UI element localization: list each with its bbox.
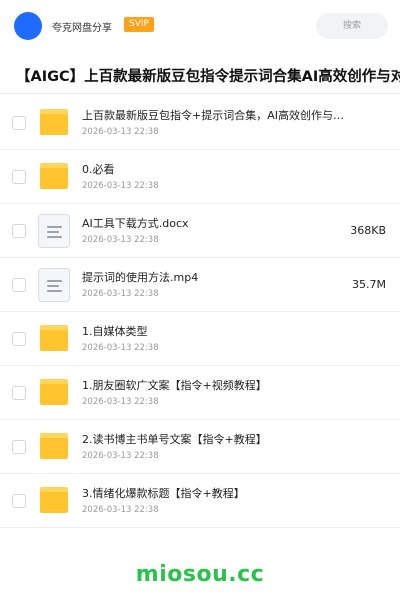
file-name[interactable]: 上百款最新版豆包指令+提示词合集，AI高效创作与对话技巧 xyxy=(82,107,354,123)
select-checkbox[interactable] xyxy=(12,278,26,292)
file-row[interactable]: 0.必看 2026-03-13 22:38 xyxy=(0,150,400,204)
search-button[interactable]: 搜索 xyxy=(316,13,388,39)
avatar[interactable] xyxy=(14,12,42,40)
file-name[interactable]: 0.必看 xyxy=(82,161,354,177)
document-icon xyxy=(38,268,70,302)
file-date: 2026-03-13 22:38 xyxy=(82,289,159,299)
folder-icon xyxy=(40,433,68,459)
folder-icon xyxy=(40,379,68,405)
file-list: 上百款最新版豆包指令+提示词合集，AI高效创作与对话技巧 2026-03-13 2… xyxy=(0,96,400,528)
folder-icon xyxy=(40,109,68,135)
file-date: 2026-03-13 22:38 xyxy=(82,127,159,137)
select-checkbox[interactable] xyxy=(12,332,26,346)
share-owner-name: 夸克网盘分享 xyxy=(52,23,112,34)
folder-icon xyxy=(40,163,68,189)
file-row[interactable]: 1.自媒体类型 2026-03-13 22:38 xyxy=(0,312,400,366)
file-row[interactable]: AI工具下载方式.docx 2026-03-13 22:38 368KB xyxy=(0,204,400,258)
file-size: 35.7M xyxy=(352,278,386,291)
file-name[interactable]: 1.自媒体类型 xyxy=(82,323,354,339)
file-date: 2026-03-13 22:38 xyxy=(82,397,159,407)
file-row[interactable]: 1.朋友圈软广文案【指令+视频教程】 2026-03-13 22:38 xyxy=(0,366,400,420)
file-date: 2026-03-13 22:38 xyxy=(82,235,159,245)
select-checkbox[interactable] xyxy=(12,386,26,400)
select-checkbox[interactable] xyxy=(12,494,26,508)
file-date: 2026-03-13 22:38 xyxy=(82,181,159,191)
file-date: 2026-03-13 22:38 xyxy=(82,451,159,461)
file-name[interactable]: 1.朋友圈软广文案【指令+视频教程】 xyxy=(82,377,354,393)
folder-icon xyxy=(40,487,68,513)
folder-icon xyxy=(40,325,68,351)
share-title-bar: 【AIGC】上百款最新版豆包指令提示词合集AI高效创作与对 xyxy=(0,56,400,94)
select-checkbox[interactable] xyxy=(12,224,26,238)
file-row[interactable]: 2.读书博主书单号文案【指令+教程】 2026-03-13 22:38 xyxy=(0,420,400,474)
watermark: miosou.cc xyxy=(135,562,265,587)
file-name[interactable]: 2.读书博主书单号文案【指令+教程】 xyxy=(82,431,354,447)
file-name[interactable]: 3.情绪化爆款标题【指令+教程】 xyxy=(82,485,354,501)
select-checkbox[interactable] xyxy=(12,116,26,130)
file-row[interactable]: 3.情绪化爆款标题【指令+教程】 2026-03-13 22:38 xyxy=(0,474,400,528)
file-name[interactable]: AI工具下载方式.docx xyxy=(82,215,354,231)
svip-badge: SVIP xyxy=(124,17,154,32)
file-date: 2026-03-13 22:38 xyxy=(82,343,159,353)
file-row[interactable]: 上百款最新版豆包指令+提示词合集，AI高效创作与对话技巧 2026-03-13 2… xyxy=(0,96,400,150)
file-row[interactable]: 提示词的使用方法.mp4 2026-03-13 22:38 35.7M xyxy=(0,258,400,312)
file-date: 2026-03-13 22:38 xyxy=(82,505,159,515)
file-name[interactable]: 提示词的使用方法.mp4 xyxy=(82,269,354,285)
select-checkbox[interactable] xyxy=(12,440,26,454)
document-icon xyxy=(38,214,70,248)
share-header: 夸克网盘分享 SVIP 搜索 xyxy=(0,0,400,52)
file-size: 368KB xyxy=(350,224,386,237)
select-checkbox[interactable] xyxy=(12,170,26,184)
share-title: 【AIGC】上百款最新版豆包指令提示词合集AI高效创作与对 xyxy=(16,69,400,85)
